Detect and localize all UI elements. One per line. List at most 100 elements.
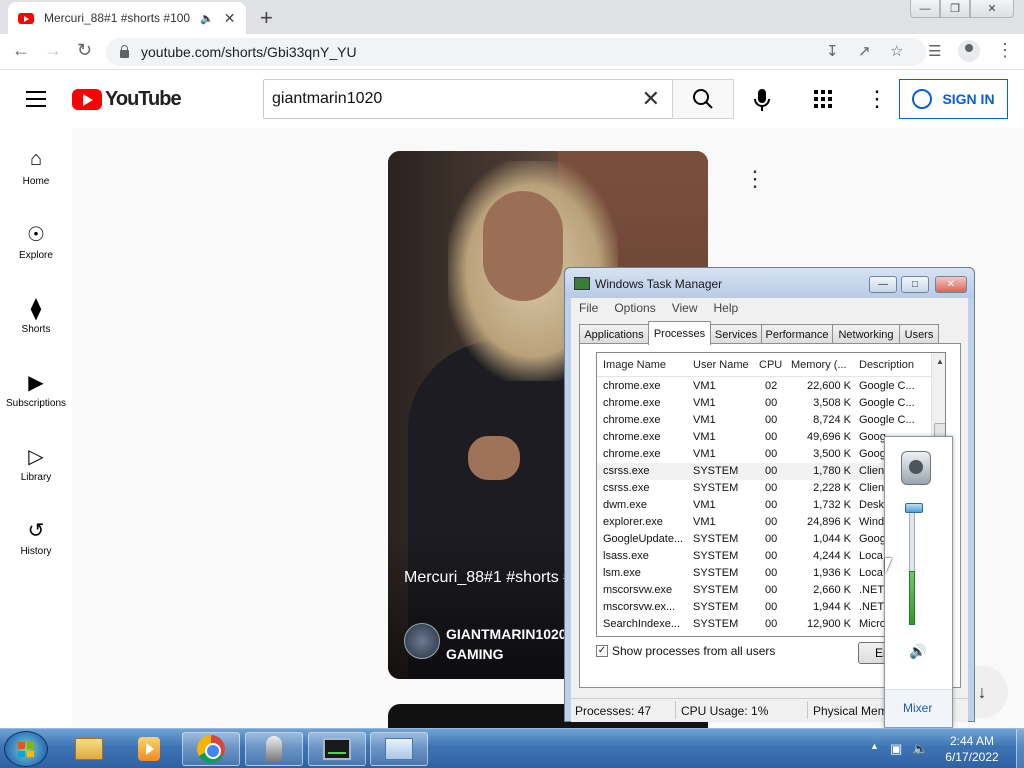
hamburger-menu-icon[interactable]: [26, 91, 46, 112]
youtube-logo[interactable]: YouTube: [72, 88, 182, 111]
task-manager-titlebar[interactable]: Windows Task Manager — □ ✕: [565, 268, 974, 298]
apps-grid-icon[interactable]: [814, 90, 832, 108]
process-user-name: VM1: [693, 431, 716, 443]
column-user-name[interactable]: User Name: [693, 359, 749, 371]
tab-users[interactable]: Users: [899, 324, 939, 344]
sidebar-item-history[interactable]: ↺ History: [0, 518, 72, 557]
speaker-device-icon[interactable]: [901, 451, 931, 485]
checkbox-box[interactable]: ✓: [596, 645, 608, 657]
tab-performance[interactable]: Performance: [761, 324, 833, 344]
sidebar-item-explore[interactable]: ☉ Explore: [0, 222, 72, 261]
column-image-name[interactable]: Image Name: [603, 359, 666, 371]
taskbar-clock[interactable]: 2:44 AM 6/17/2022: [930, 733, 1014, 765]
menu-file[interactable]: File: [579, 301, 598, 315]
install-app-icon[interactable]: ↧: [826, 42, 839, 60]
process-row[interactable]: chrome.exe VM1 02 22,600 K Google C...: [597, 378, 931, 395]
profile-avatar[interactable]: [958, 40, 980, 62]
taskbar-chrome[interactable]: [182, 732, 240, 766]
process-row[interactable]: dwm.exe VM1 00 1,732 K Desk: [597, 497, 931, 514]
microphone-icon[interactable]: [752, 88, 772, 112]
tab-audio-icon[interactable]: 🔈: [200, 12, 214, 25]
column-cpu[interactable]: CPU: [759, 359, 782, 371]
network-icon[interactable]: ▣: [890, 741, 902, 757]
process-row[interactable]: csrss.exe SYSTEM 00 1,780 K Clien: [597, 463, 931, 480]
process-user-name: VM1: [693, 516, 716, 528]
volume-tray-icon[interactable]: 🔈: [912, 741, 928, 757]
mixer-link[interactable]: Mixer: [903, 701, 932, 715]
start-button[interactable]: [4, 731, 48, 767]
process-row[interactable]: mscorsvw.exe SYSTEM 00 2,660 K .NET: [597, 582, 931, 599]
back-arrow-icon[interactable]: ←: [12, 40, 30, 61]
tm-close-button[interactable]: ✕: [935, 276, 967, 293]
channel-avatar[interactable]: [404, 623, 440, 659]
search-query[interactable]: giantmarin1020: [272, 90, 382, 108]
sidebar-item-home[interactable]: ⌂ Home: [0, 148, 72, 187]
column-description[interactable]: Description: [859, 359, 914, 371]
process-row[interactable]: lsm.exe SYSTEM 00 1,936 K Loca: [597, 565, 931, 582]
process-row[interactable]: chrome.exe VM1 00 3,500 K Goog: [597, 446, 931, 463]
forward-arrow-icon[interactable]: →: [44, 40, 62, 61]
process-row[interactable]: mscorsvw.ex... SYSTEM 00 1,944 K .NET: [597, 599, 931, 616]
tm-maximize-button[interactable]: □: [901, 276, 929, 293]
column-memory[interactable]: Memory (...: [791, 359, 847, 371]
chrome-menu-icon[interactable]: ⋮: [996, 40, 1014, 61]
media-queue-icon[interactable]: ☰: [928, 42, 941, 60]
process-memory: 24,896 K: [806, 516, 851, 528]
sidebar-item-subscriptions[interactable]: ▶ Subscriptions: [0, 370, 72, 409]
menu-view[interactable]: View: [672, 301, 698, 315]
process-image-name: chrome.exe: [603, 431, 661, 443]
process-row[interactable]: chrome.exe VM1 00 49,696 K Goog: [597, 429, 931, 446]
show-desktop-button[interactable]: [1016, 729, 1024, 768]
clear-search-icon[interactable]: ✕: [642, 86, 660, 112]
menu-help[interactable]: Help: [714, 301, 739, 315]
sidebar-item-library[interactable]: ▷ Library: [0, 444, 72, 483]
video-more-options-icon[interactable]: ⋮: [744, 166, 766, 192]
process-user-name: SYSTEM: [693, 550, 739, 562]
taskbar-explorer[interactable]: [60, 732, 118, 766]
tab-networking[interactable]: Networking: [832, 324, 900, 344]
tm-minimize-button[interactable]: —: [869, 276, 897, 293]
tab-services[interactable]: Services: [710, 324, 762, 344]
sidebar-item-shorts[interactable]: ⧫ Shorts: [0, 296, 72, 335]
close-window-button[interactable]: ✕: [970, 0, 1014, 18]
show-all-processes-checkbox[interactable]: ✓ Show processes from all users: [596, 644, 775, 658]
menu-options[interactable]: Options: [614, 301, 655, 315]
tab-processes[interactable]: Processes: [648, 321, 711, 345]
search-button[interactable]: [672, 79, 734, 119]
reload-icon[interactable]: ↻: [77, 40, 92, 61]
browser-tab[interactable]: Mercuri_88#1 #shorts #100 🔈 ✕: [8, 2, 246, 34]
share-icon[interactable]: ↗: [858, 42, 871, 60]
tab-close-icon[interactable]: ✕: [224, 10, 236, 27]
volume-slider-thumb[interactable]: [905, 503, 923, 513]
taskbar-chess[interactable]: [245, 732, 303, 766]
taskbar-task-manager[interactable]: [308, 732, 366, 766]
process-row[interactable]: SearchIndexe... SYSTEM 00 12,900 K Micro: [597, 616, 931, 633]
minimize-button[interactable]: —: [910, 0, 940, 18]
restore-button[interactable]: ❐: [940, 0, 970, 18]
search-input[interactable]: giantmarin1020 ✕: [263, 79, 673, 119]
process-row[interactable]: csrss.exe SYSTEM 00 2,228 K Clien: [597, 480, 931, 497]
process-row[interactable]: chrome.exe VM1 00 8,724 K Google C...: [597, 412, 931, 429]
url-text[interactable]: youtube.com/shorts/Gbi33qnY_YU: [141, 44, 357, 60]
taskbar-remote-desktop[interactable]: [370, 732, 428, 766]
address-bar[interactable]: youtube.com/shorts/Gbi33qnY_YU: [106, 38, 926, 66]
bookmark-star-icon[interactable]: ☆: [890, 42, 903, 60]
process-image-name: explorer.exe: [603, 516, 663, 528]
tab-applications[interactable]: Applications: [579, 324, 649, 344]
process-image-name: chrome.exe: [603, 380, 661, 392]
settings-dots-icon[interactable]: ⋮: [866, 86, 888, 112]
sign-in-button[interactable]: SIGN IN: [899, 79, 1008, 119]
new-tab-button[interactable]: +: [260, 5, 273, 31]
show-hidden-icons-icon[interactable]: ▲: [870, 741, 879, 751]
mute-speaker-icon[interactable]: 🔊: [909, 643, 926, 660]
process-row[interactable]: lsass.exe SYSTEM 00 4,244 K Loca: [597, 548, 931, 565]
process-row[interactable]: GoogleUpdate... SYSTEM 00 1,044 K Goog: [597, 531, 931, 548]
process-row[interactable]: explorer.exe VM1 00 24,896 K Wind: [597, 514, 931, 531]
process-cpu: 00: [765, 431, 778, 443]
lock-icon[interactable]: [120, 44, 129, 58]
taskbar-media-player[interactable]: [120, 732, 178, 766]
windows-taskbar: ▲ ▣ 🔈 2:44 AM 6/17/2022: [0, 728, 1024, 768]
process-user-name: VM1: [693, 499, 716, 511]
scroll-up-arrow-icon[interactable]: ▲: [936, 357, 944, 366]
process-row[interactable]: chrome.exe VM1 00 3,508 K Google C...: [597, 395, 931, 412]
